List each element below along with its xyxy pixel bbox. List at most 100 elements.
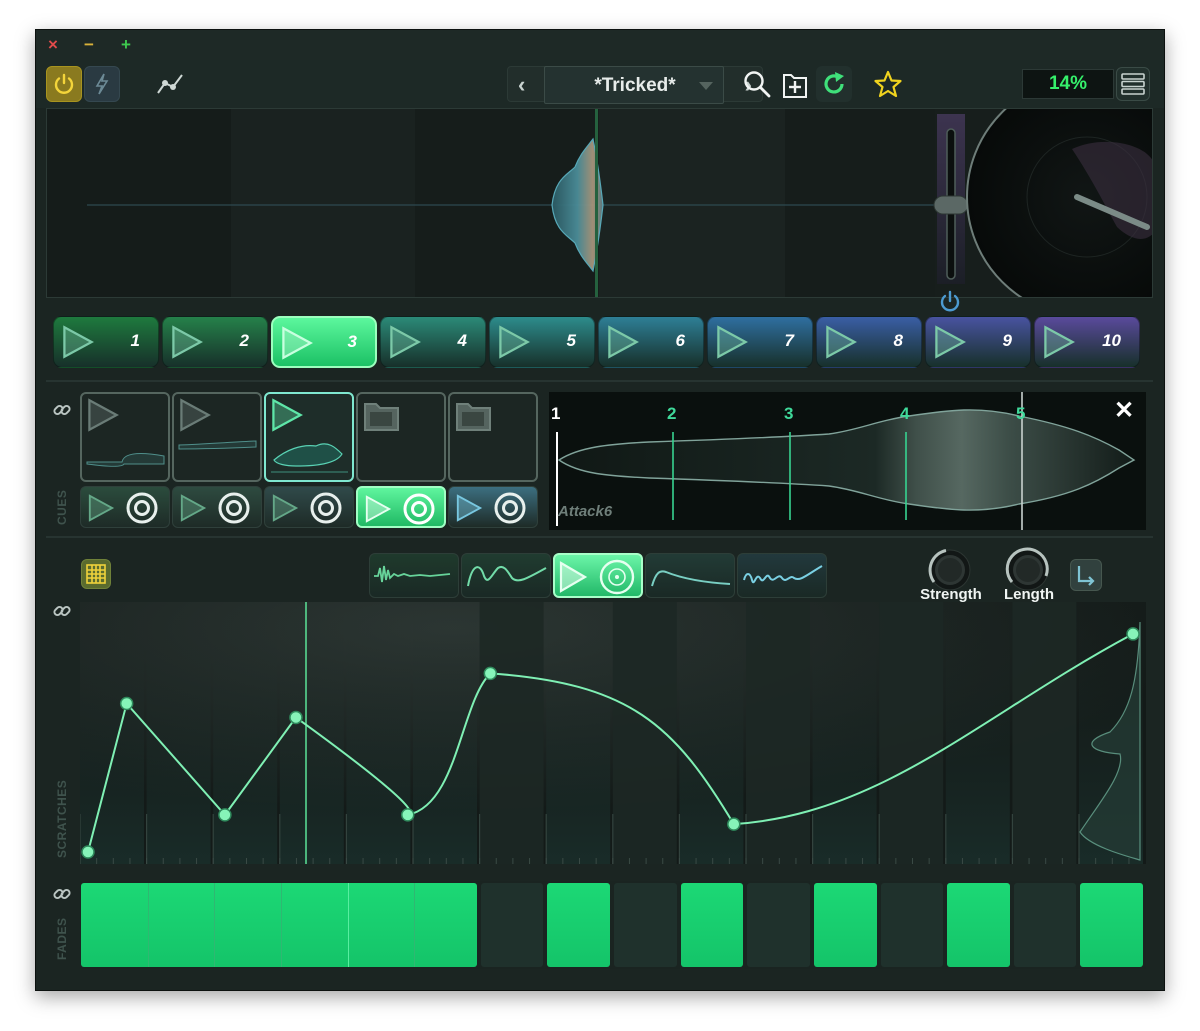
maximize-window-button[interactable]: +	[121, 35, 131, 55]
pad-number: 5	[566, 331, 576, 350]
scratch-mode-button[interactable]	[553, 553, 643, 598]
scratch-step-column	[80, 602, 144, 864]
pad-number: 8	[893, 331, 903, 350]
pad-button[interactable]: 4	[380, 316, 486, 368]
target-icon	[310, 492, 342, 524]
close-cue-editor-button[interactable]: ✕	[1114, 396, 1134, 425]
fade-step-divider	[147, 883, 149, 967]
play-icon	[499, 325, 530, 359]
fade-step-block[interactable]	[81, 883, 477, 967]
pad-button[interactable]: 8	[816, 316, 922, 368]
cue-marker-label: 2	[667, 404, 677, 423]
grid-button[interactable]	[81, 559, 111, 589]
fade-step[interactable]	[480, 883, 544, 967]
pad-number: 1	[130, 331, 140, 350]
scratch-mode-button[interactable]	[461, 553, 551, 598]
fades-step-sequencer[interactable]	[80, 881, 1146, 969]
main-waveform-view[interactable]	[46, 108, 1153, 298]
fade-step[interactable]	[947, 883, 1010, 967]
scratch-curve-point[interactable]	[218, 808, 232, 822]
scratch-mode-button[interactable]	[737, 553, 827, 598]
cues-link-icon[interactable]	[51, 399, 73, 421]
search-button[interactable]	[739, 66, 775, 102]
cue-trigger-button[interactable]	[356, 486, 446, 528]
target-icon	[126, 492, 158, 524]
power-button[interactable]	[46, 66, 82, 102]
scratch-curve-editor[interactable]	[80, 602, 1146, 864]
strength-knob[interactable]	[924, 546, 976, 590]
fade-step[interactable]	[813, 883, 877, 967]
scratch-curve-point[interactable]	[81, 845, 95, 859]
pad-button[interactable]: 2	[162, 316, 268, 368]
scratch-curve-point[interactable]	[289, 710, 303, 725]
play-icon	[180, 494, 207, 522]
preset-dropdown[interactable]: *Tricked*	[544, 66, 724, 104]
sample-name: Attack6	[558, 503, 613, 520]
pad-button[interactable]: 7	[707, 316, 813, 368]
scratch-curve-point[interactable]	[727, 817, 741, 831]
power-icon	[54, 73, 74, 94]
cue-marker-label: 3	[784, 404, 794, 423]
return-button[interactable]	[1070, 559, 1102, 591]
fade-step[interactable]	[680, 883, 744, 967]
folder-icon	[364, 403, 399, 431]
lightning-button[interactable]	[84, 66, 120, 102]
scratches-link-icon[interactable]	[51, 600, 73, 622]
fade-step[interactable]	[747, 883, 810, 967]
automation-button[interactable]	[152, 66, 188, 102]
cue-slot[interactable]	[448, 392, 538, 482]
cue-slot[interactable]	[172, 392, 262, 482]
fade-step[interactable]	[614, 883, 677, 967]
waveform-mode-icon	[743, 565, 823, 584]
previous-preset-button[interactable]: ‹	[518, 72, 525, 98]
scratch-curve-point[interactable]	[401, 808, 415, 822]
scratch-curve-point[interactable]	[483, 666, 498, 681]
pad-number: 3	[347, 332, 357, 351]
fades-link-icon[interactable]	[51, 883, 73, 905]
scratch-curve-point[interactable]	[119, 696, 134, 711]
cue-slot[interactable]	[264, 392, 354, 482]
app-window: × − + ‹ *Tricked* › 14% 1 2 3 4 5 6 7 8 …	[35, 29, 1165, 991]
pad-number: 6	[675, 331, 685, 350]
cue-slot[interactable]	[356, 392, 446, 482]
close-window-button[interactable]: ×	[48, 35, 58, 55]
pad-row: 1 2 3 4 5 6 7 8 9 10	[46, 312, 1153, 380]
fade-step[interactable]	[1013, 883, 1077, 967]
chevron-down-icon	[699, 82, 713, 90]
minimize-window-button[interactable]: −	[84, 35, 94, 55]
folder-icon	[456, 403, 491, 431]
waveform-mode-icon	[374, 565, 451, 583]
play-icon	[272, 398, 303, 432]
scratches-section-label: SCRATCHES	[55, 779, 69, 858]
cue-trigger-button[interactable]	[264, 486, 354, 528]
pad-button[interactable]: 5	[489, 316, 595, 368]
pad-button[interactable]: 9	[925, 316, 1031, 368]
cue-mini-waveform	[271, 443, 348, 473]
fade-step[interactable]	[1080, 883, 1143, 967]
pad-button[interactable]: 1	[53, 316, 159, 368]
cue-waveform-editor[interactable]: 1 2 3 4 5 ✕ Attack6	[549, 392, 1146, 530]
scratch-mode-button[interactable]	[369, 553, 459, 598]
pad-button[interactable]: 10	[1034, 316, 1140, 368]
fade-step[interactable]	[880, 883, 944, 967]
title-bar: × − +	[36, 30, 1164, 60]
cue-trigger-button[interactable]	[172, 486, 262, 528]
cue-slot[interactable]	[80, 392, 170, 482]
new-preset-button[interactable]	[777, 66, 813, 102]
pad-button[interactable]: 6	[598, 316, 704, 368]
scratch-mode-button[interactable]	[645, 553, 735, 598]
cue-marker-label: 4	[900, 404, 910, 423]
refresh-button[interactable]	[816, 66, 852, 102]
preset-selector: ‹ *Tricked* ›	[507, 66, 763, 104]
favorite-button[interactable]	[870, 66, 906, 102]
cue-trigger-button[interactable]	[448, 486, 538, 528]
play-icon	[390, 325, 421, 359]
fade-step[interactable]	[547, 883, 610, 967]
pad-button[interactable]: 3	[271, 316, 377, 368]
length-knob[interactable]	[1002, 546, 1054, 590]
menu-button[interactable]	[1116, 67, 1150, 101]
cue-trigger-button[interactable]	[80, 486, 170, 528]
cue-marker-label: 1	[551, 404, 561, 423]
scratch-curve-point[interactable]	[1126, 627, 1140, 641]
play-icon	[935, 325, 966, 359]
